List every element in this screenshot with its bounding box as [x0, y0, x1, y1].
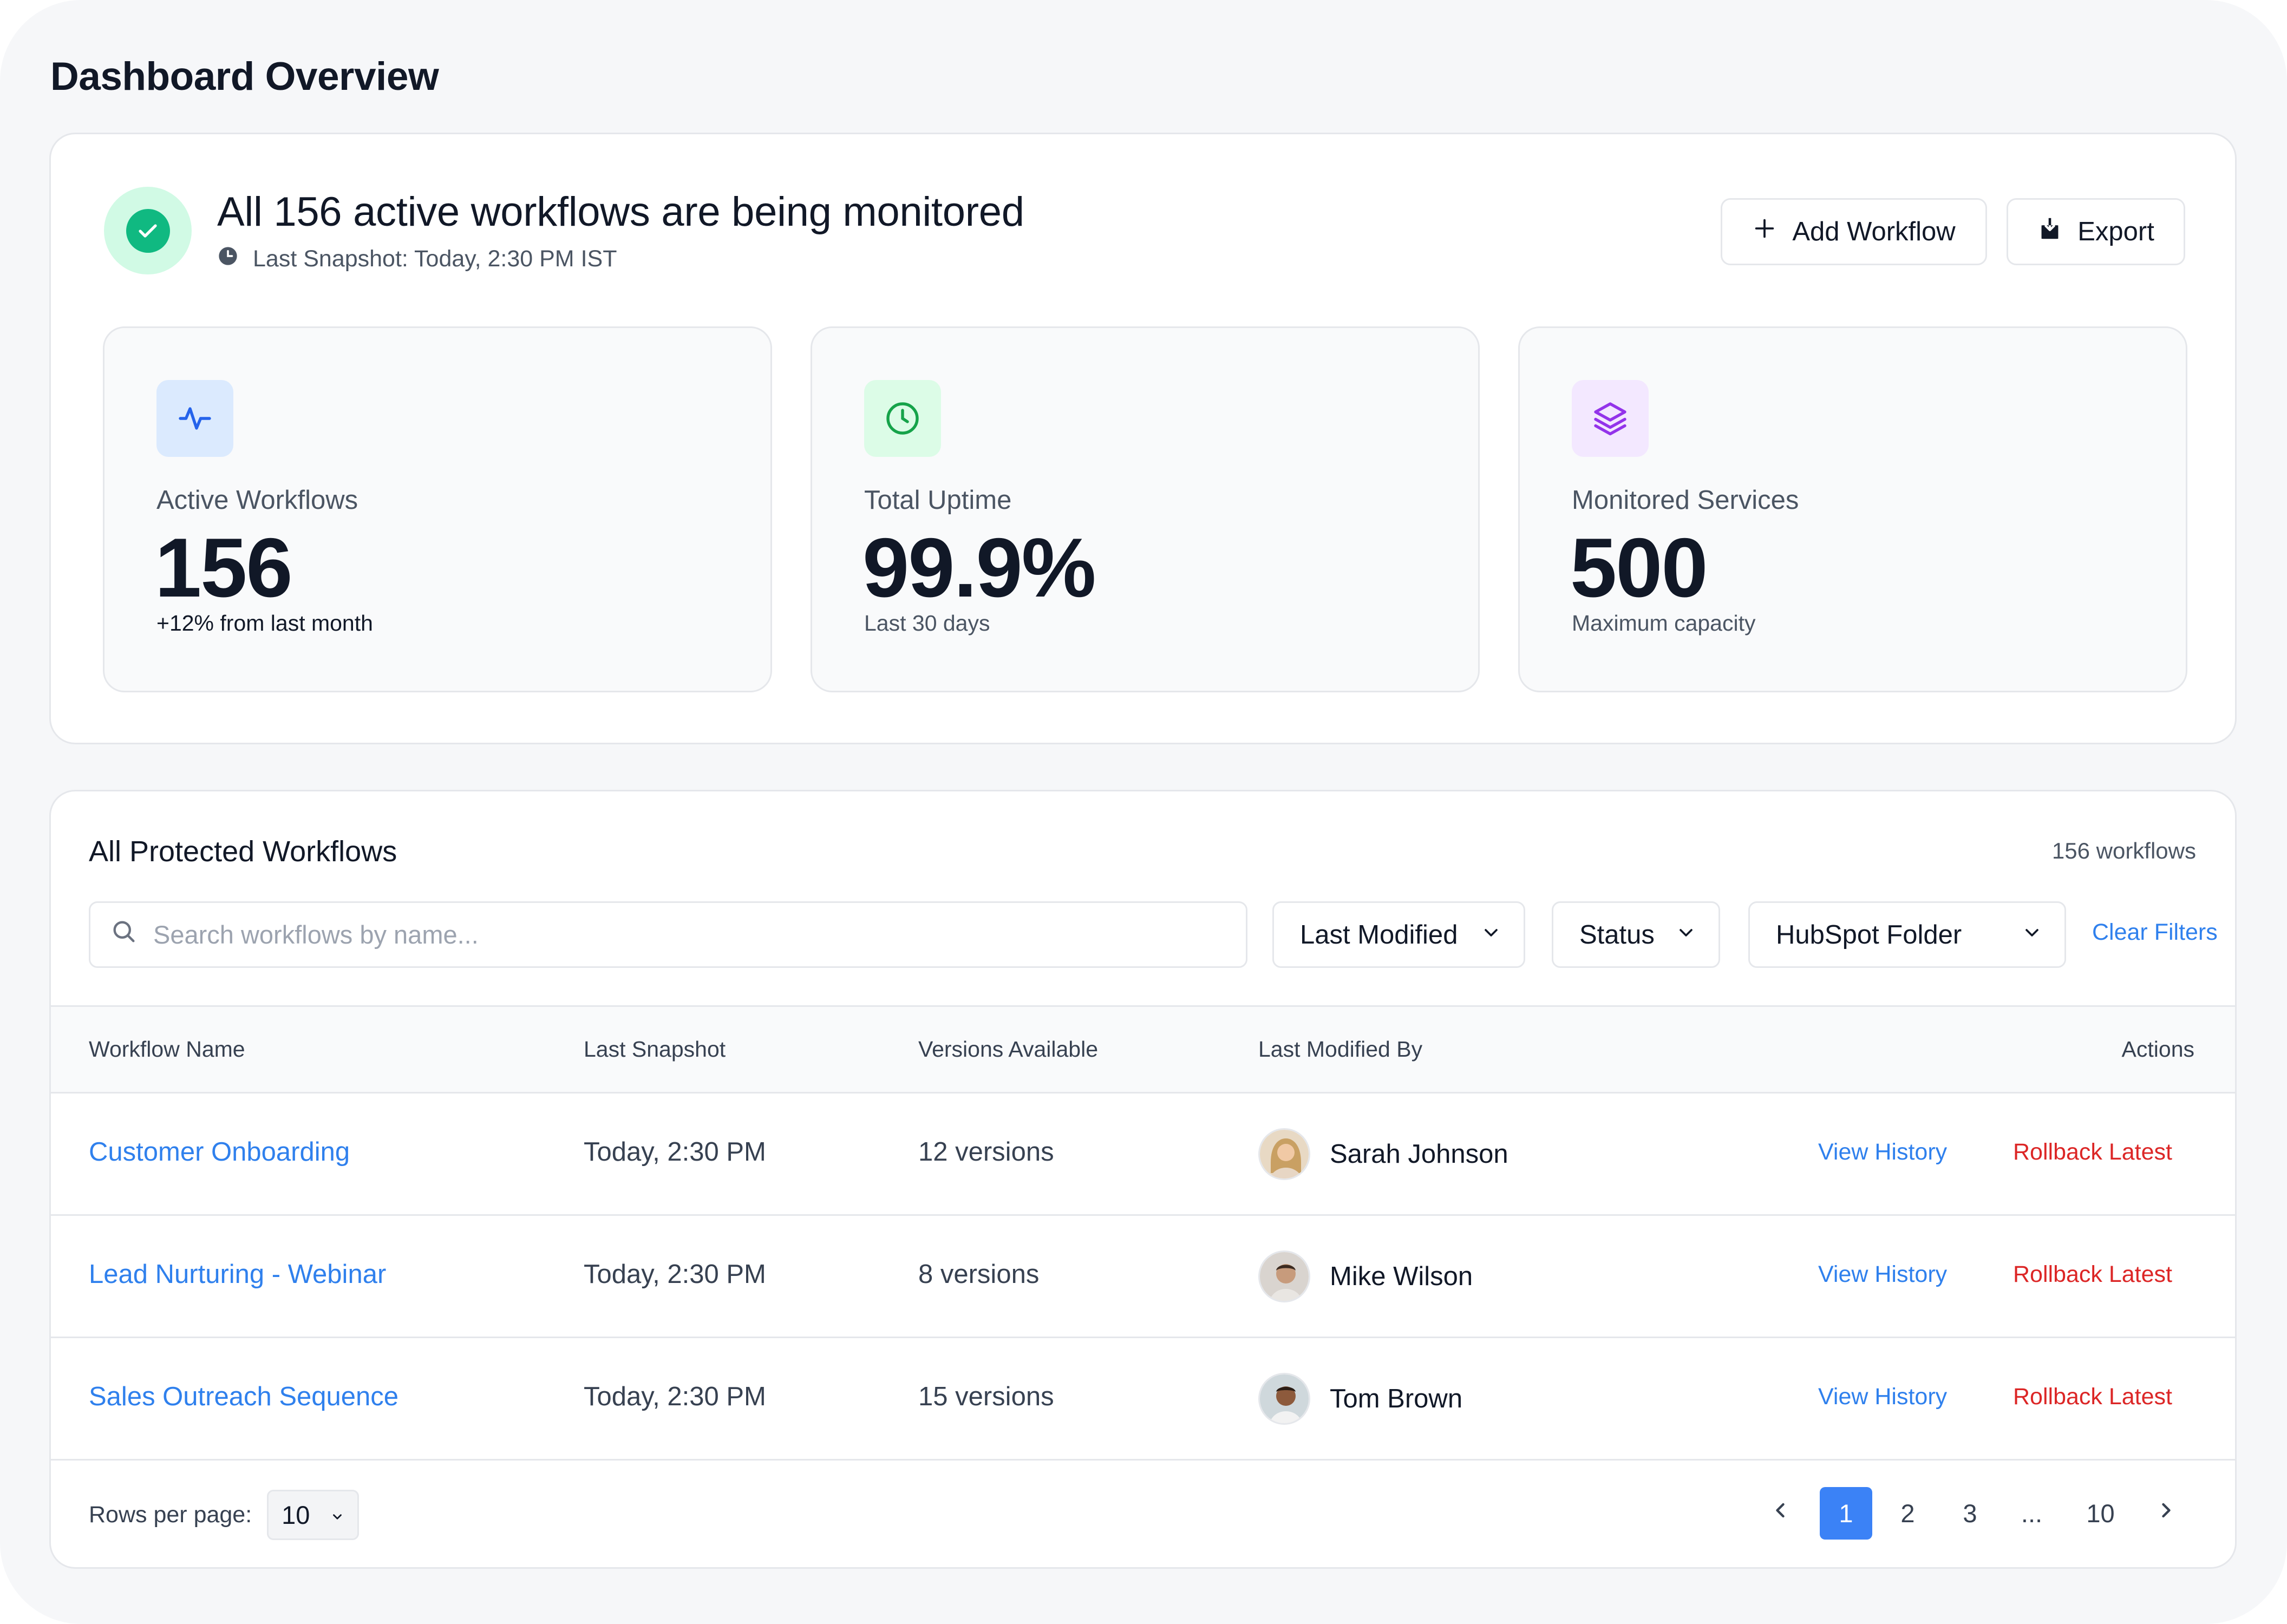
stat-label: Monitored Services [1572, 486, 1799, 515]
pagination-page-2[interactable]: 2 [1881, 1487, 1934, 1540]
user-name: Tom Brown [1330, 1384, 1463, 1413]
page-title: Dashboard Overview [50, 55, 439, 99]
pagination-page-10[interactable]: 10 [2074, 1487, 2127, 1540]
last-modified-by: Tom Brown [1258, 1373, 1462, 1425]
table-row: Customer Onboarding Today, 2:30 PM 12 ve… [51, 1093, 2235, 1216]
last-modified-by: Sarah Johnson [1258, 1128, 1508, 1180]
search-placeholder: Search workflows by name... [153, 920, 479, 949]
stat-subtext: Maximum capacity [1572, 611, 1756, 636]
rows-per-page: Rows per page: 10 [89, 1490, 360, 1540]
filter-hubspot-folder[interactable]: HubSpot Folder [1748, 901, 2066, 968]
filter-label: Last Modified [1300, 920, 1458, 949]
column-header-workflow-name[interactable]: Workflow Name [89, 1037, 245, 1062]
layers-icon [1572, 380, 1649, 457]
column-header-last-snapshot[interactable]: Last Snapshot [584, 1037, 726, 1062]
column-header-last-modified-by[interactable]: Last Modified By [1258, 1037, 1422, 1062]
check-icon [126, 208, 170, 253]
workflow-name-link[interactable]: Customer Onboarding [89, 1137, 350, 1167]
rows-per-page-value: 10 [282, 1501, 310, 1529]
monitoring-headline: All 156 active workflows are being monit… [217, 189, 1024, 235]
pagination-page-3[interactable]: 3 [1944, 1487, 1996, 1540]
stat-card-active-workflows: Active Workflows 156 +12% from last mont… [103, 326, 772, 692]
rows-per-page-select[interactable]: 10 [267, 1490, 360, 1540]
app-frame: Dashboard Overview All 156 active workfl… [0, 0, 2287, 1624]
stat-value: 156 [155, 521, 293, 614]
chevron-down-icon [1675, 920, 1697, 950]
user-name: Mike Wilson [1330, 1262, 1473, 1291]
chevron-right-icon [2154, 1498, 2178, 1528]
rollback-latest-link[interactable]: Rollback Latest [2013, 1261, 2172, 1288]
user-name: Sarah Johnson [1330, 1140, 1508, 1169]
status-indicator [104, 187, 192, 274]
table-header: Workflow Name Last Snapshot Versions Ava… [51, 1005, 2235, 1093]
stat-value: 99.9% [862, 521, 1096, 614]
avatar [1258, 1250, 1310, 1302]
last-snapshot: Last Snapshot: Today, 2:30 PM IST [217, 245, 617, 273]
last-modified-by: Mike Wilson [1258, 1250, 1473, 1302]
export-label: Export [2077, 217, 2154, 246]
export-button[interactable]: Export [2007, 198, 2185, 265]
clear-filters-link[interactable]: Clear Filters [2092, 919, 2218, 946]
stat-card-monitored-services: Monitored Services 500 Maximum capacity [1518, 326, 2187, 692]
filter-last-modified[interactable]: Last Modified [1272, 901, 1525, 968]
view-history-link[interactable]: View History [1818, 1261, 1947, 1288]
filter-label: Status [1579, 920, 1655, 949]
avatar [1258, 1128, 1310, 1180]
last-snapshot-cell: Today, 2:30 PM [584, 1382, 766, 1411]
chevron-left-icon [1768, 1498, 1792, 1528]
stat-label: Active Workflows [156, 486, 358, 515]
summary-card: All 156 active workflows are being monit… [49, 133, 2237, 744]
add-workflow-button[interactable]: Add Workflow [1721, 198, 1987, 265]
workflows-table-card: All Protected Workflows 156 workflows Se… [49, 790, 2237, 1569]
chevron-down-icon [2021, 920, 2043, 950]
last-snapshot-text: Last Snapshot: Today, 2:30 PM IST [253, 246, 617, 272]
stat-value: 500 [1570, 521, 1708, 614]
column-header-actions: Actions [2121, 1037, 2194, 1062]
last-snapshot-cell: Today, 2:30 PM [584, 1137, 766, 1167]
stat-label: Total Uptime [864, 486, 1012, 515]
column-header-versions[interactable]: Versions Available [918, 1037, 1098, 1062]
last-snapshot-cell: Today, 2:30 PM [584, 1260, 766, 1289]
rows-per-page-label: Rows per page: [89, 1502, 252, 1528]
search-input[interactable]: Search workflows by name... [89, 901, 1247, 968]
pagination-ellipsis: ... [2021, 1499, 2043, 1528]
activity-icon [156, 380, 233, 457]
avatar [1258, 1373, 1310, 1425]
versions-cell: 8 versions [918, 1260, 1040, 1289]
table-title: All Protected Workflows [89, 835, 397, 868]
pagination-page-1[interactable]: 1 [1820, 1487, 1872, 1540]
filter-status[interactable]: Status [1552, 901, 1720, 968]
stat-card-total-uptime: Total Uptime 99.9% Last 30 days [811, 326, 1480, 692]
versions-cell: 12 versions [918, 1137, 1054, 1167]
pagination-next-button[interactable] [2140, 1487, 2192, 1540]
workflow-count: 156 workflows [2051, 838, 2196, 863]
workflow-name-link[interactable]: Sales Outreach Sequence [89, 1381, 398, 1412]
chevron-down-icon [330, 1500, 344, 1530]
table-row: Sales Outreach Sequence Today, 2:30 PM 1… [51, 1338, 2235, 1461]
pagination-prev-button[interactable] [1754, 1487, 1806, 1540]
view-history-link[interactable]: View History [1818, 1139, 1947, 1165]
chevron-down-icon [1480, 920, 1502, 950]
download-icon [2037, 216, 2062, 247]
rollback-latest-link[interactable]: Rollback Latest [2013, 1139, 2172, 1165]
add-workflow-label: Add Workflow [1792, 217, 1956, 246]
workflow-name-link[interactable]: Lead Nurturing - Webinar [89, 1259, 386, 1289]
stat-subtext: Last 30 days [864, 611, 990, 636]
clock-icon [864, 380, 941, 457]
table-row: Lead Nurturing - Webinar Today, 2:30 PM … [51, 1216, 2235, 1338]
versions-cell: 15 versions [918, 1382, 1054, 1411]
search-icon [110, 918, 138, 952]
filter-label: HubSpot Folder [1776, 920, 1962, 949]
rollback-latest-link[interactable]: Rollback Latest [2013, 1384, 2172, 1410]
stat-subtext: +12% from last month [156, 611, 373, 636]
plus-icon [1752, 216, 1777, 247]
clock-icon [217, 245, 239, 273]
view-history-link[interactable]: View History [1818, 1384, 1947, 1410]
